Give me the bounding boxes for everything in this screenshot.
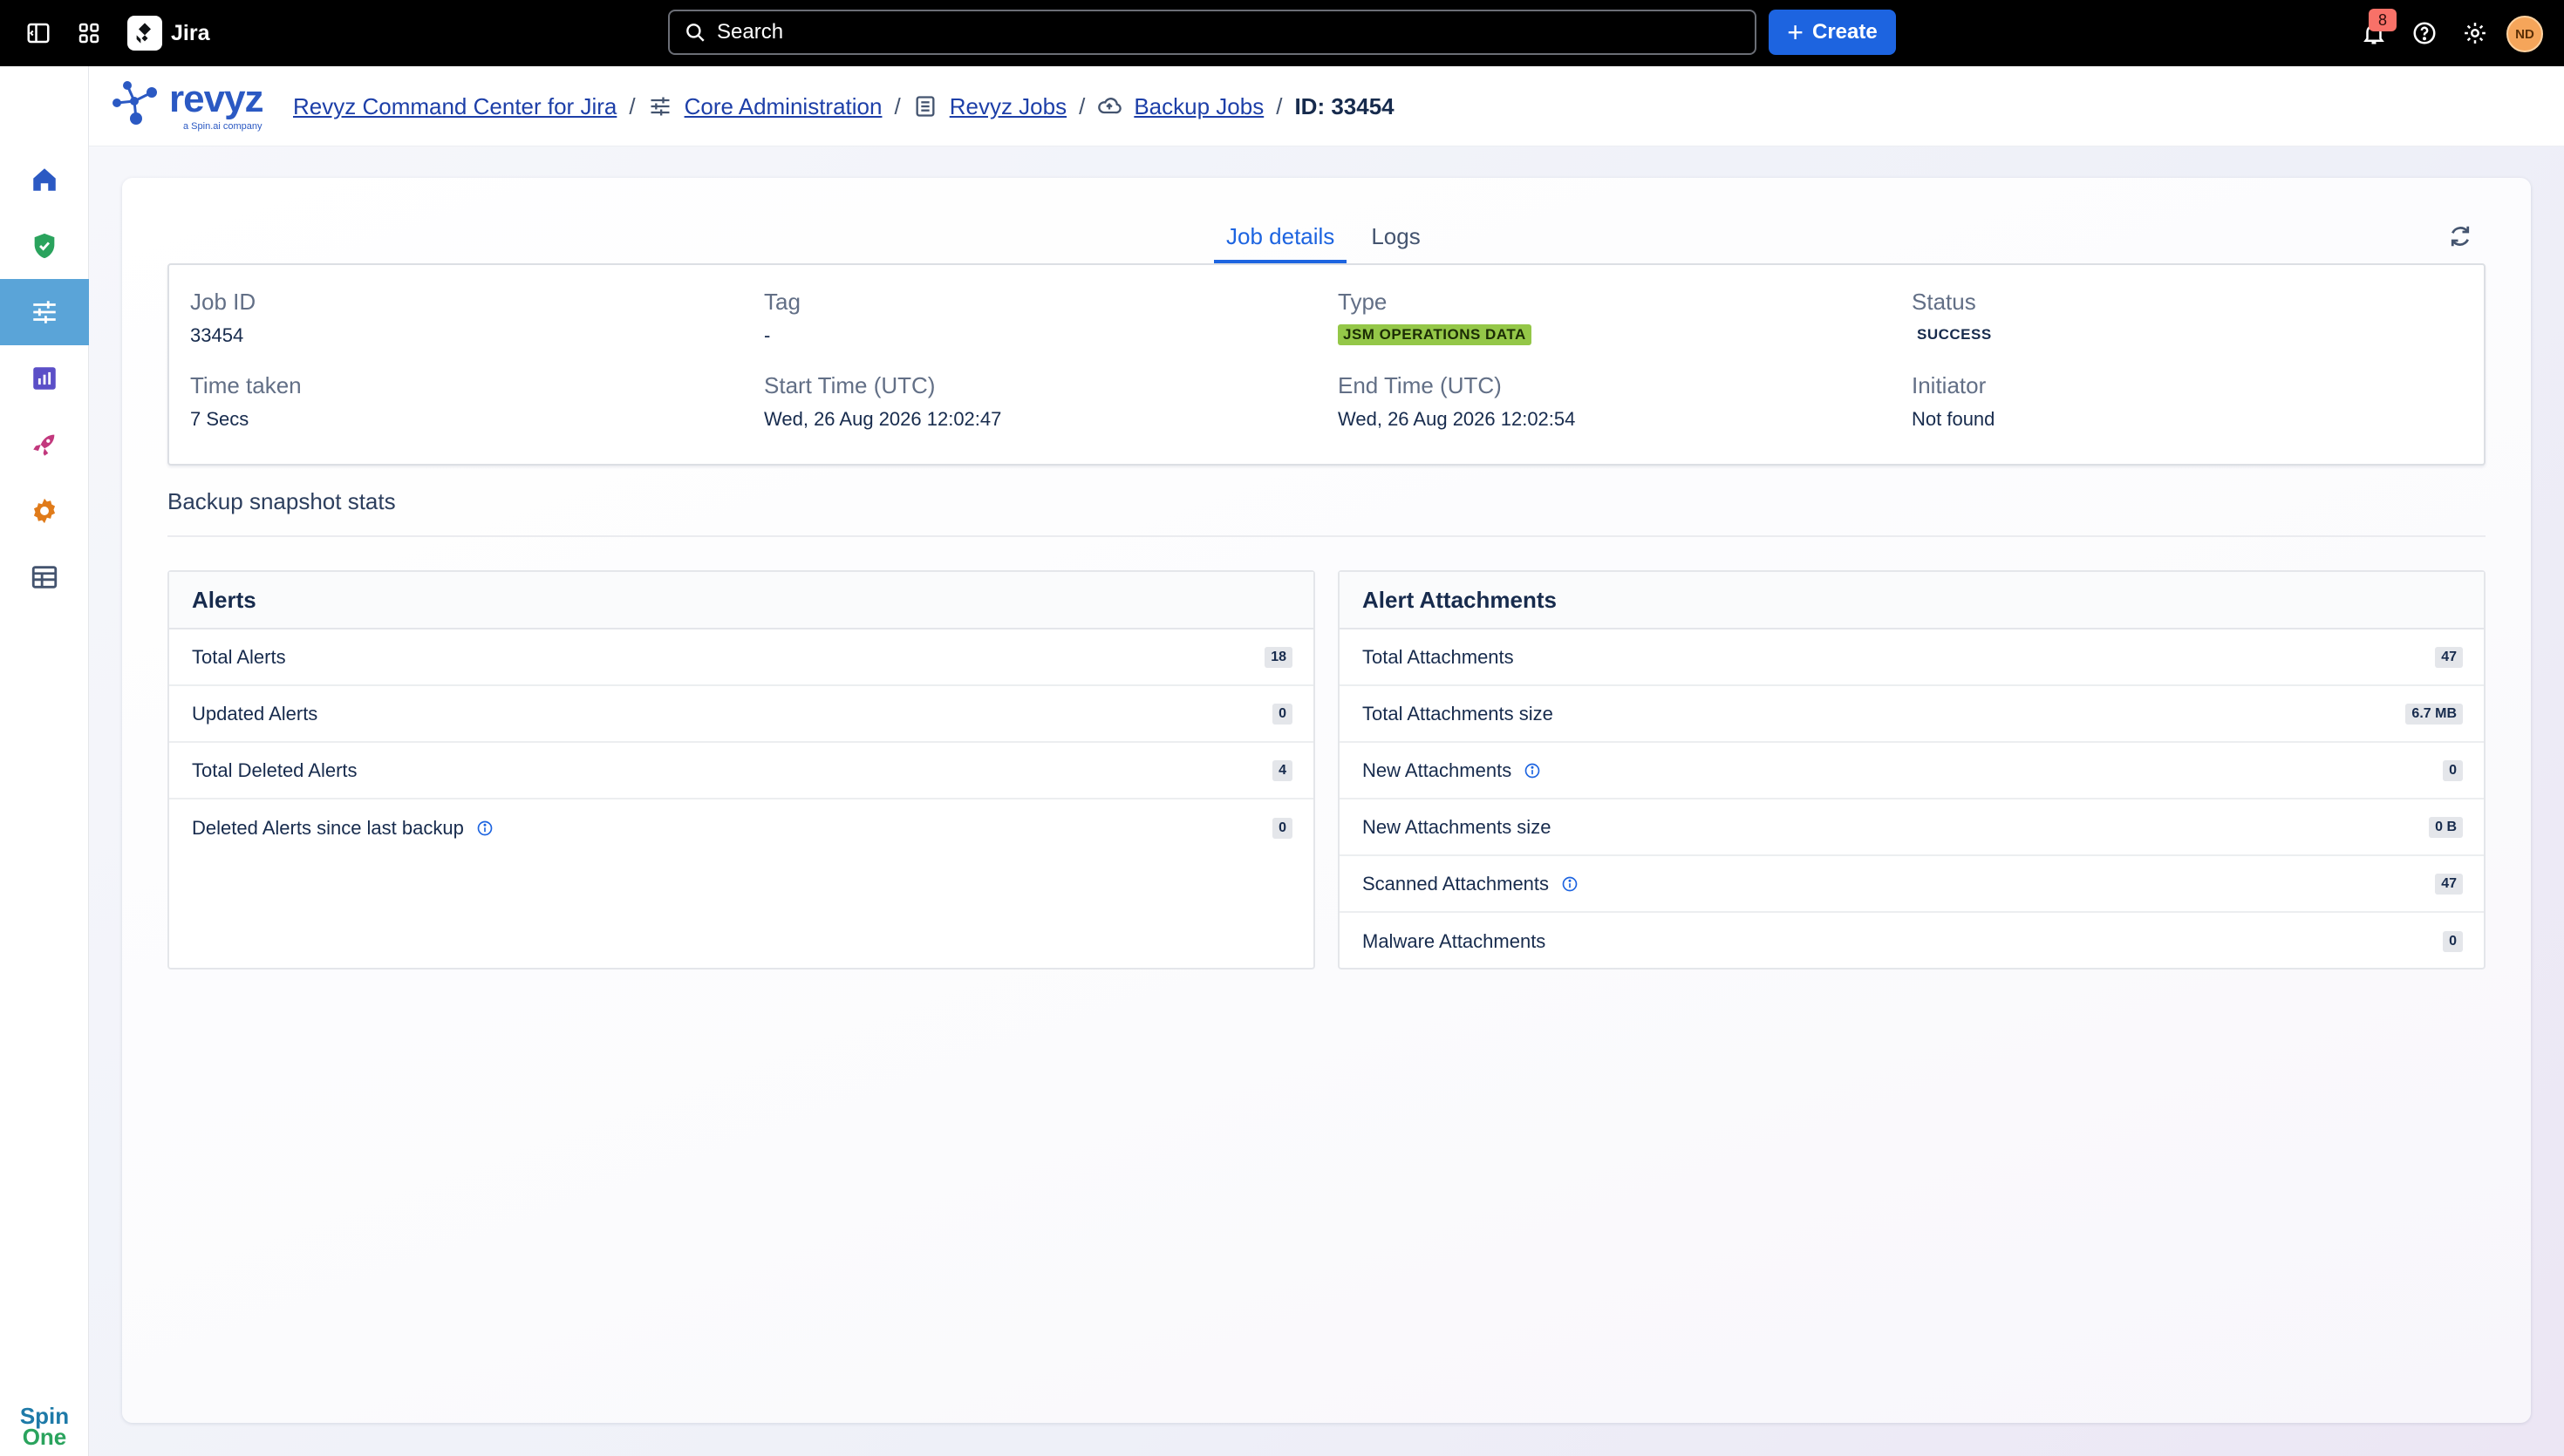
bar-chart-icon <box>33 367 56 390</box>
table-row: Total Alerts 18 <box>169 629 1313 686</box>
table-row: Updated Alerts 0 <box>169 686 1313 743</box>
breadcrumb: Revyz Command Center for Jira / Core Adm… <box>293 92 1395 120</box>
count-badge: 18 <box>1265 646 1292 668</box>
attachments-panel-title: Alert Attachments <box>1340 572 2484 629</box>
start-time-field: Start Time (UTC) Wed, 26 Aug 2026 12:02:… <box>764 372 1002 430</box>
top-navigation-bar: Jira Search + Create 8 ND <box>0 0 2564 66</box>
notifications-count-badge: 8 <box>2369 9 2397 31</box>
job-id-value: 33454 <box>190 324 244 346</box>
tab-logs[interactable]: Logs <box>1359 218 1432 263</box>
table-row: Deleted Alerts since last backup 0 <box>169 799 1313 856</box>
job-tabs: Job details Logs <box>1214 218 1445 263</box>
sidebar-item-security[interactable] <box>0 213 89 279</box>
snapshot-stats-title: Backup snapshot stats <box>167 488 396 514</box>
table-row: Total Attachments size 6.7 MB <box>1340 686 2484 743</box>
count-badge: 47 <box>2435 873 2463 895</box>
end-time-value: Wed, 26 Aug 2026 12:02:54 <box>1338 408 1576 430</box>
table-row: New Attachments size 0 B <box>1340 799 2484 856</box>
search-placeholder: Search <box>717 20 784 44</box>
divider <box>167 535 2486 537</box>
alert-attachments-panel: Alert Attachments Total Attachments 47 T… <box>1338 570 2486 970</box>
settings-gear-icon[interactable] <box>2459 17 2491 49</box>
search-input[interactable]: Search <box>668 10 1756 55</box>
gear-icon <box>33 498 56 524</box>
brand-subtitle: a Spin.ai company <box>183 121 263 132</box>
status-badge: SUCCESS <box>1912 324 1997 345</box>
left-sidebar: Spin One <box>0 66 89 1456</box>
count-badge: 0 <box>1272 817 1292 839</box>
table-row: Malware Attachments 0 <box>1340 913 2484 970</box>
type-lozenge: JSM OPERATIONS DATA <box>1338 324 1531 345</box>
count-badge: 0 <box>2443 930 2463 952</box>
sidebar-item-administration[interactable] <box>0 279 89 345</box>
size-badge: 6.7 MB <box>2405 703 2463 725</box>
time-taken-value: 7 Secs <box>190 408 249 430</box>
count-badge: 0 <box>1272 703 1292 725</box>
status-field: Status SUCCESS <box>1912 288 1997 345</box>
count-badge: 0 <box>2443 759 2463 781</box>
sliders-icon <box>648 94 672 119</box>
time-taken-field: Time taken 7 Secs <box>190 372 302 430</box>
sidebar-toggle-icon[interactable] <box>23 17 54 49</box>
search-icon <box>686 24 705 42</box>
app-name[interactable]: Jira <box>171 19 209 47</box>
start-time-value: Wed, 26 Aug 2026 12:02:47 <box>764 408 1002 430</box>
sidebar-item-launch[interactable] <box>0 412 89 478</box>
create-button-label: Create <box>1811 20 1878 44</box>
app-switcher-icon[interactable] <box>73 17 105 49</box>
user-avatar[interactable]: ND <box>2506 16 2543 52</box>
alerts-panel-title: Alerts <box>169 572 1313 629</box>
sidebar-item-settings[interactable] <box>0 478 89 544</box>
sidebar-item-home[interactable] <box>0 146 89 213</box>
breadcrumb-current: ID: 33454 <box>1294 92 1395 119</box>
help-icon[interactable] <box>2409 17 2440 49</box>
sidebar-item-reports[interactable] <box>0 345 89 412</box>
sidebar-item-table[interactable] <box>0 544 89 610</box>
initiator-value: Not found <box>1912 408 1995 430</box>
create-button[interactable]: + Create <box>1769 10 1896 55</box>
rocket-icon <box>33 434 55 456</box>
job-details-panel: Job ID 33454 Tag - Type JSM OPERATIONS D… <box>167 263 2486 466</box>
type-field: Type JSM OPERATIONS DATA <box>1338 288 1531 345</box>
list-icon <box>913 94 938 119</box>
table-row: Total Deleted Alerts 4 <box>169 743 1313 799</box>
end-time-field: End Time (UTC) Wed, 26 Aug 2026 12:02:54 <box>1338 372 1576 430</box>
info-icon[interactable] <box>1561 875 1579 893</box>
breadcrumb-command-center[interactable]: Revyz Command Center for Jira <box>293 93 617 120</box>
sliders-icon <box>33 301 56 323</box>
cloud-upload-icon <box>1097 94 1122 119</box>
home-icon <box>33 168 56 191</box>
alerts-panel: Alerts Total Alerts 18 Updated Alerts 0 … <box>167 570 1315 970</box>
info-icon[interactable] <box>476 820 494 837</box>
shield-check-icon <box>34 233 55 259</box>
brand-name: revyz <box>169 78 264 120</box>
size-badge: 0 B <box>2429 816 2463 838</box>
breadcrumb-core-administration[interactable]: Core Administration <box>685 93 883 120</box>
initiator-field: Initiator Not found <box>1912 372 1995 430</box>
plus-icon: + <box>1787 17 1804 48</box>
table-row: New Attachments 0 <box>1340 743 2484 799</box>
tab-job-details[interactable]: Job details <box>1214 218 1347 263</box>
jira-logo-icon[interactable] <box>127 16 162 51</box>
tag-value: - <box>764 324 771 346</box>
info-icon[interactable] <box>1524 762 1541 779</box>
table-icon <box>31 566 58 589</box>
breadcrumb-revyz-jobs[interactable]: Revyz Jobs <box>950 93 1067 120</box>
tag-field: Tag - <box>764 289 801 346</box>
spinone-logo: Spin One <box>19 1403 70 1450</box>
breadcrumb-backup-jobs[interactable]: Backup Jobs <box>1134 93 1264 120</box>
table-row: Scanned Attachments 47 <box>1340 856 2484 913</box>
refresh-icon[interactable] <box>2447 223 2477 253</box>
count-badge: 4 <box>1272 759 1292 781</box>
count-badge: 47 <box>2435 646 2463 668</box>
table-row: Total Attachments 47 <box>1340 629 2484 686</box>
job-id-field: Job ID 33454 <box>190 289 256 346</box>
